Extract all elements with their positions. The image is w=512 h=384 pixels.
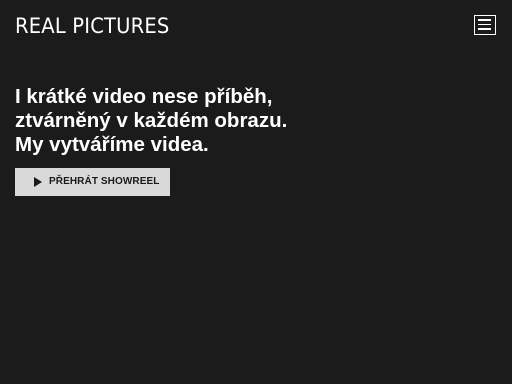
play-icon xyxy=(34,177,42,187)
play-showreel-button[interactable]: PŘEHRÁT SHOWREEL xyxy=(15,168,170,196)
hamburger-menu-button[interactable] xyxy=(474,15,496,35)
hamburger-menu-icon xyxy=(478,19,491,21)
hamburger-menu-icon-bar xyxy=(478,23,491,25)
hero-headline: I krátké video nese příběh, ztvárněný v … xyxy=(15,85,495,157)
site-header: REAL PICTURES xyxy=(0,0,512,52)
site-logo[interactable]: REAL PICTURES xyxy=(15,13,169,39)
hamburger-menu-icon-bar xyxy=(478,28,491,30)
hero-headline-line: My vytváříme videa. xyxy=(15,133,209,156)
hero-headline-line: ztvárněný v každém obrazu. xyxy=(15,109,288,132)
play-showreel-label: PŘEHRÁT SHOWREEL xyxy=(49,176,160,187)
hero-headline-line: I krátké video nese příběh, xyxy=(15,85,273,108)
